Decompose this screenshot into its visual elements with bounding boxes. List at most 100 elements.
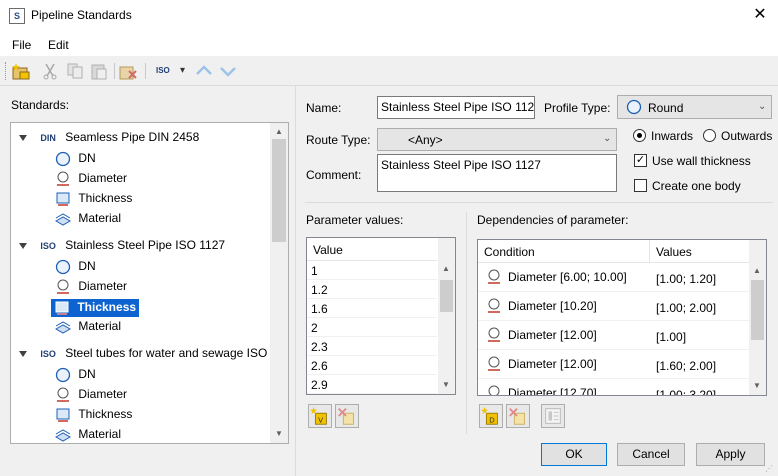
create-one-body-label: Create one body bbox=[652, 179, 741, 193]
table-row[interactable]: Diameter [12.00] [1.60; 2.00] bbox=[478, 350, 749, 379]
section-divider bbox=[466, 212, 467, 434]
standards-label: Standards: bbox=[11, 98, 70, 112]
cut-icon[interactable] bbox=[40, 61, 60, 81]
list-item[interactable]: 2.9 bbox=[307, 375, 437, 394]
edit-dependency-icon[interactable] bbox=[541, 404, 565, 428]
list-item[interactable]: 2 bbox=[307, 318, 437, 337]
delete-value-icon[interactable] bbox=[335, 404, 359, 428]
menu-edit[interactable]: Edit bbox=[48, 38, 69, 52]
use-wall-thickness-checkbox[interactable]: ✓ bbox=[634, 154, 647, 167]
expand-icon[interactable] bbox=[19, 351, 27, 357]
apply-button[interactable]: Apply bbox=[696, 443, 765, 466]
tree-node-label: Seamless Pipe DIN 2458 bbox=[65, 130, 200, 144]
tree-node-label: Diameter bbox=[78, 171, 128, 186]
condition-cell: Diameter [12.00] bbox=[508, 328, 597, 342]
scroll-thumb[interactable] bbox=[751, 280, 764, 340]
ok-button[interactable]: OK bbox=[541, 443, 607, 466]
move-up-icon[interactable] bbox=[194, 61, 214, 81]
name-input[interactable]: Stainless Steel Pipe ISO 1127 bbox=[377, 96, 535, 119]
menu-file[interactable]: File bbox=[12, 38, 31, 52]
scroll-down-icon[interactable]: ▼ bbox=[753, 381, 761, 390]
chevron-down-icon[interactable]: ▾ bbox=[180, 65, 185, 76]
scroll-thumb[interactable] bbox=[440, 280, 453, 312]
chevron-down-icon: ⌄ bbox=[758, 101, 767, 112]
circle-profile-icon bbox=[55, 259, 71, 275]
list-item[interactable]: 2.3 bbox=[307, 337, 437, 356]
profile-type-select[interactable]: Round ⌄ bbox=[617, 95, 772, 119]
expand-icon[interactable] bbox=[19, 243, 27, 249]
value-cell: 2.9 bbox=[311, 378, 328, 392]
close-icon[interactable]: ✕ bbox=[746, 4, 774, 28]
scroll-down-icon[interactable]: ▼ bbox=[442, 380, 450, 389]
tree-node-standard[interactable]: DIN Seamless Pipe DIN 2458 bbox=[19, 130, 199, 150]
grid-header: Value bbox=[307, 238, 437, 261]
list-item[interactable]: 1.2 bbox=[307, 280, 437, 299]
tree-node-standard[interactable]: ISO Stainless Steel Pipe ISO 1127 bbox=[19, 238, 225, 258]
delete-standard-icon[interactable] bbox=[118, 61, 138, 81]
list-item[interactable]: 2.6 bbox=[307, 356, 437, 375]
table-row[interactable]: Diameter [6.00; 10.00] [1.00; 1.20] bbox=[478, 263, 749, 292]
create-one-body-checkbox[interactable] bbox=[634, 179, 647, 192]
app-icon: S bbox=[9, 8, 25, 24]
route-type-select[interactable]: <Any> ⌄ bbox=[377, 128, 617, 151]
dependencies-scrollbar[interactable]: ▲ ▼ bbox=[749, 240, 766, 395]
profile-type-label: Profile Type: bbox=[544, 101, 611, 115]
delete-dependency-icon[interactable] bbox=[506, 404, 530, 428]
table-row[interactable]: Diameter [10.20] [1.00; 2.00] bbox=[478, 292, 749, 321]
expand-icon[interactable] bbox=[19, 135, 27, 141]
scroll-thumb[interactable] bbox=[272, 139, 286, 242]
list-item[interactable]: 1.6 bbox=[307, 299, 437, 318]
tree-node-dn[interactable]: DN bbox=[55, 367, 96, 387]
iso-standard-icon[interactable]: ISO bbox=[156, 66, 170, 75]
tree-node-thickness[interactable]: Thickness bbox=[55, 407, 132, 427]
tree-node-thickness[interactable]: Thickness bbox=[55, 191, 132, 211]
toolbar-separator bbox=[114, 63, 115, 79]
value-column-header[interactable]: Value bbox=[313, 243, 343, 257]
scroll-up-icon[interactable]: ▲ bbox=[275, 127, 283, 136]
tree-node-diameter[interactable]: Diameter bbox=[55, 171, 127, 191]
condition-column-header[interactable]: Condition bbox=[484, 245, 535, 259]
new-standard-icon[interactable] bbox=[11, 61, 31, 81]
copy-icon[interactable] bbox=[65, 61, 85, 81]
tree-node-material[interactable]: Material bbox=[54, 427, 122, 443]
tree-node-label: Stainless Steel Pipe ISO 1127 bbox=[65, 238, 226, 252]
outwards-radio[interactable] bbox=[703, 129, 716, 142]
tree-node-standard[interactable]: ISO Steel tubes for water and sewage ISO… bbox=[19, 346, 271, 366]
tree-scrollbar[interactable]: ▲ ▼ bbox=[270, 123, 288, 443]
parameter-values-grid[interactable]: Value 1 1.2 1.6 2 2.3 2.6 2.9 ▲ ▼ bbox=[306, 237, 456, 395]
tree-node-diameter[interactable]: Diameter bbox=[55, 387, 127, 407]
comment-input[interactable]: Stainless Steel Pipe ISO 1127 bbox=[377, 154, 617, 192]
add-value-icon[interactable]: V bbox=[308, 404, 332, 428]
tree-node-material[interactable]: Material bbox=[54, 319, 122, 339]
paste-icon[interactable] bbox=[89, 61, 109, 81]
diameter-icon bbox=[488, 298, 500, 313]
tree-node-dn[interactable]: DN bbox=[55, 259, 96, 279]
add-dependency-icon[interactable]: D bbox=[479, 404, 503, 428]
scroll-up-icon[interactable]: ▲ bbox=[442, 264, 450, 273]
table-row[interactable]: Diameter [12.70] [1.00; 3.20] bbox=[478, 379, 749, 395]
value-cell: 1.2 bbox=[311, 283, 328, 297]
splitter[interactable] bbox=[295, 86, 296, 476]
dependencies-grid[interactable]: Condition Values Diameter [6.00; 10.00] … bbox=[477, 239, 767, 396]
tree-node-label: Material bbox=[78, 319, 122, 334]
cancel-button[interactable]: Cancel bbox=[617, 443, 685, 466]
scroll-up-icon[interactable]: ▲ bbox=[753, 266, 761, 275]
table-row[interactable]: Diameter [12.00] [1.00] bbox=[478, 321, 749, 350]
toolbar-grip bbox=[5, 62, 7, 80]
inwards-radio[interactable] bbox=[633, 129, 646, 142]
list-item[interactable]: 1 bbox=[307, 261, 437, 280]
tree-node-label: Material bbox=[78, 427, 122, 442]
values-scrollbar[interactable]: ▲ ▼ bbox=[438, 238, 455, 394]
values-column-header[interactable]: Values bbox=[656, 245, 692, 259]
tree-node-dn[interactable]: DN bbox=[55, 151, 96, 171]
tree-node-thickness-selected[interactable]: Thickness bbox=[51, 299, 140, 319]
column-divider[interactable] bbox=[649, 240, 650, 262]
scroll-down-icon[interactable]: ▼ bbox=[275, 429, 283, 438]
standards-tree[interactable]: DIN Seamless Pipe DIN 2458 DN Diameter T… bbox=[10, 122, 289, 444]
tree-node-material[interactable]: Material bbox=[54, 211, 121, 231]
move-down-icon[interactable] bbox=[218, 61, 238, 81]
inwards-label: Inwards bbox=[651, 129, 694, 143]
resize-grip-icon[interactable]: ⋰ bbox=[765, 464, 773, 473]
svg-text:D: D bbox=[489, 415, 495, 424]
tree-node-diameter[interactable]: Diameter bbox=[55, 279, 127, 299]
